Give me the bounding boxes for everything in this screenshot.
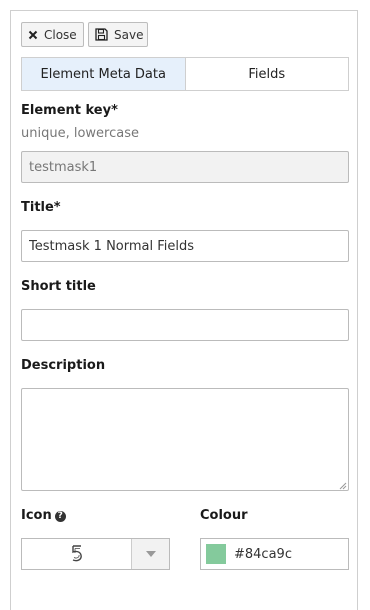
icon-label-text: Icon — [21, 508, 52, 523]
element-key-label: Element key* — [21, 103, 118, 118]
colour-value: #84ca9c — [234, 546, 292, 562]
title-input[interactable] — [21, 230, 349, 262]
tab-bar: Element Meta Data Fields — [21, 57, 349, 91]
short-title-label: Short title — [21, 279, 96, 294]
form-panel: Close Save Element Meta Data Fields Elem… — [10, 10, 358, 610]
icon-select-value — [22, 539, 132, 569]
close-button[interactable]: Close — [21, 22, 84, 47]
resize-grip-icon[interactable] — [337, 480, 347, 490]
close-icon — [28, 30, 38, 40]
five-icon — [71, 545, 82, 562]
icon-select[interactable] — [21, 538, 170, 570]
element-key-hint: unique, lowercase — [21, 126, 139, 141]
colour-swatch[interactable] — [206, 544, 226, 564]
save-button[interactable]: Save — [88, 22, 148, 47]
colour-label: Colour — [200, 508, 248, 523]
toolbar: Close Save — [21, 22, 148, 47]
colour-input[interactable]: #84ca9c — [200, 538, 349, 570]
description-textarea[interactable] — [21, 388, 349, 491]
close-label: Close — [44, 27, 77, 42]
element-key-input — [21, 151, 349, 183]
short-title-input[interactable] — [21, 309, 349, 341]
floppy-icon — [95, 28, 108, 41]
help-icon[interactable]: ? — [54, 510, 66, 522]
save-label: Save — [114, 27, 144, 42]
tab-fields[interactable]: Fields — [186, 58, 349, 90]
icon-select-toggle[interactable] — [132, 539, 169, 569]
chevron-down-icon — [145, 551, 156, 557]
title-label: Title* — [21, 200, 61, 215]
icon-label: Icon? — [21, 508, 66, 523]
tab-element-meta-data[interactable]: Element Meta Data — [22, 58, 186, 90]
description-label: Description — [21, 358, 106, 373]
